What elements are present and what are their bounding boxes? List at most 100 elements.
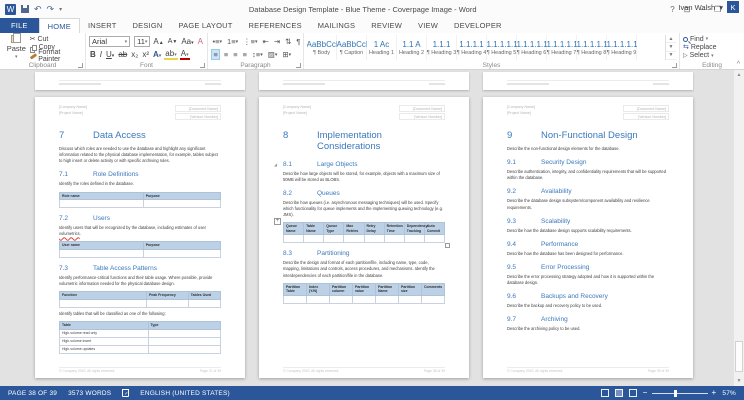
tab-home[interactable]: HOME xyxy=(38,18,80,33)
save-icon[interactable] xyxy=(21,5,29,13)
clipboard-dialog-launcher-icon[interactable] xyxy=(78,63,83,68)
table-cell[interactable] xyxy=(403,234,425,244)
styles-more-icon[interactable]: ▼ xyxy=(666,52,676,60)
style--heading-8[interactable]: 1.1.1.1.1 ¶ Heading 8 xyxy=(577,35,607,60)
collapse-ribbon-icon[interactable]: ^ xyxy=(737,61,740,68)
style--heading-7[interactable]: 1.1.1.1.1 ¶ Heading 7 xyxy=(547,35,577,60)
table-move-handle-icon[interactable]: + xyxy=(274,218,281,226)
document-area[interactable]: [Company Name] [Project Name] [Document Na… xyxy=(0,70,744,386)
shading-button[interactable]: ▨ ▾ xyxy=(266,49,279,60)
table-cell[interactable]: High-volume insert xyxy=(59,336,149,346)
table-cell[interactable] xyxy=(363,234,385,244)
language-indicator[interactable]: ENGLISH (UNITED STATES) xyxy=(140,390,230,397)
subscript-button[interactable]: x₂ xyxy=(130,50,139,59)
style--heading-4[interactable]: 1.1.1.1 ¶ Heading 4 xyxy=(457,35,487,60)
proofing-status-icon[interactable] xyxy=(122,389,130,397)
scrollbar-thumb[interactable] xyxy=(735,341,743,372)
table-cell[interactable] xyxy=(187,298,222,308)
tab-design[interactable]: DESIGN xyxy=(125,18,171,33)
tab-insert[interactable]: INSERT xyxy=(80,18,125,33)
redo-icon[interactable]: ↷ xyxy=(47,4,55,14)
account-area[interactable]: Ivan Walsh ▾ K xyxy=(678,1,739,13)
table-cell[interactable]: High-volume updates xyxy=(59,344,149,354)
help-icon[interactable]: ? xyxy=(670,5,674,14)
style--caption[interactable]: AaBbCcI ¶ Caption xyxy=(337,35,367,60)
table-cell[interactable] xyxy=(145,298,189,308)
table-cell[interactable] xyxy=(59,199,144,209)
document-page[interactable]: [Company Name] [Project Name] [Document Na… xyxy=(483,97,693,378)
style-heading-1[interactable]: 1 Ac Heading 1 xyxy=(367,35,397,60)
user-name[interactable]: Ivan Walsh xyxy=(678,3,715,12)
table-cell[interactable] xyxy=(142,248,222,258)
italic-button[interactable]: I xyxy=(99,50,103,59)
shrink-font-button[interactable]: A ▼ xyxy=(167,38,179,45)
style-heading-2[interactable]: 1.1 A Heading 2 xyxy=(397,35,427,60)
style--heading-6[interactable]: 1.1.1.1.1.1¶ Heading 6 xyxy=(517,35,547,60)
font-name-select[interactable]: Arial ▾ xyxy=(89,36,131,47)
table-cell[interactable] xyxy=(303,234,325,244)
select-button[interactable]: ▷ Select ▾ xyxy=(683,52,741,60)
table-cell[interactable] xyxy=(147,344,222,354)
strikethrough-button[interactable]: ab xyxy=(117,50,128,59)
borders-button[interactable]: ⊞ ▾ xyxy=(281,49,293,60)
grow-font-button[interactable]: A ▲ xyxy=(152,37,164,46)
table-cell[interactable] xyxy=(59,298,147,308)
table-cell[interactable] xyxy=(147,336,222,346)
font-dialog-launcher-icon[interactable] xyxy=(200,63,205,68)
format-painter-button[interactable]: Format Painter xyxy=(29,49,82,63)
table-cell[interactable]: High-volume read only xyxy=(59,328,149,338)
replace-button[interactable]: ⇆ Replace xyxy=(683,43,741,52)
text-highlight-button[interactable]: ab ▾ xyxy=(164,49,178,60)
table-cell[interactable] xyxy=(423,234,446,244)
zoom-out-icon[interactable]: − xyxy=(643,389,648,397)
collapse-triangle-icon[interactable]: ◢ xyxy=(274,162,277,167)
table-cell[interactable] xyxy=(142,199,222,209)
tab-references[interactable]: REFERENCES xyxy=(241,18,310,33)
table-cell[interactable] xyxy=(343,234,365,244)
tab-developer[interactable]: DEVELOPER xyxy=(446,18,510,33)
document-page[interactable]: [Company Name] [Project Name] [Document Na… xyxy=(259,97,469,378)
align-right-button[interactable]: ≡ xyxy=(232,49,239,60)
vertical-scrollbar[interactable]: ▲ ▼ xyxy=(733,70,744,386)
avatar[interactable]: K xyxy=(727,1,739,13)
table-cell[interactable] xyxy=(283,294,307,304)
table-cell[interactable] xyxy=(59,248,144,258)
text-effects-button[interactable]: A ▾ xyxy=(152,50,162,59)
style--heading-5[interactable]: 1.1.1.1.1 ¶ Heading 5 xyxy=(487,35,517,60)
table-cell[interactable] xyxy=(352,294,376,304)
font-size-select[interactable]: 11 ▾ xyxy=(134,36,151,47)
page-indicator[interactable]: PAGE 38 OF 39 xyxy=(8,390,57,397)
table-cell[interactable] xyxy=(282,234,305,244)
style--body[interactable]: AaBbCcI ¶ Body xyxy=(307,35,337,60)
style--heading-9[interactable]: 1.1.1.1.1.¶ Heading 9 xyxy=(607,35,637,60)
underline-button[interactable]: U ▾ xyxy=(105,50,115,59)
tab-file[interactable]: FILE xyxy=(0,18,39,33)
paragraph-dialog-launcher-icon[interactable] xyxy=(296,63,301,68)
sort-button[interactable]: ⇅ xyxy=(284,36,293,47)
zoom-slider-thumb[interactable] xyxy=(673,389,677,397)
table-cell[interactable] xyxy=(329,294,353,304)
undo-icon[interactable]: ↶ xyxy=(34,4,42,14)
justify-button[interactable]: ≡ xyxy=(241,49,248,60)
table-cell[interactable] xyxy=(398,294,422,304)
table-resize-handle[interactable] xyxy=(445,243,450,249)
change-case-button[interactable]: Aa ▾ xyxy=(180,37,194,46)
table-cell[interactable] xyxy=(421,294,445,304)
scroll-down-icon[interactable]: ▼ xyxy=(734,376,744,386)
bold-button[interactable]: B xyxy=(89,50,97,59)
scroll-up-icon[interactable]: ▲ xyxy=(734,70,744,80)
align-left-button[interactable]: ≡ xyxy=(211,49,221,60)
tab-mailings[interactable]: MAILINGS xyxy=(310,18,363,33)
zoom-level[interactable]: 57% xyxy=(722,390,736,397)
table-cell[interactable] xyxy=(375,294,399,304)
line-spacing-button[interactable]: ↕≡ ▾ xyxy=(251,49,265,60)
web-layout-icon[interactable] xyxy=(628,389,637,397)
paste-button[interactable]: Paste ▾ xyxy=(3,33,30,60)
cut-button[interactable]: ✂ Cut xyxy=(30,35,82,44)
tab-page-layout[interactable]: PAGE LAYOUT xyxy=(171,18,241,33)
table-cell[interactable] xyxy=(323,234,345,244)
table-cell[interactable] xyxy=(383,234,405,244)
tab-review[interactable]: REVIEW xyxy=(363,18,410,33)
increase-indent-button[interactable]: ⇥ xyxy=(272,36,281,47)
multilevel-list-button[interactable]: ⋮≡ ▾ xyxy=(242,36,259,47)
